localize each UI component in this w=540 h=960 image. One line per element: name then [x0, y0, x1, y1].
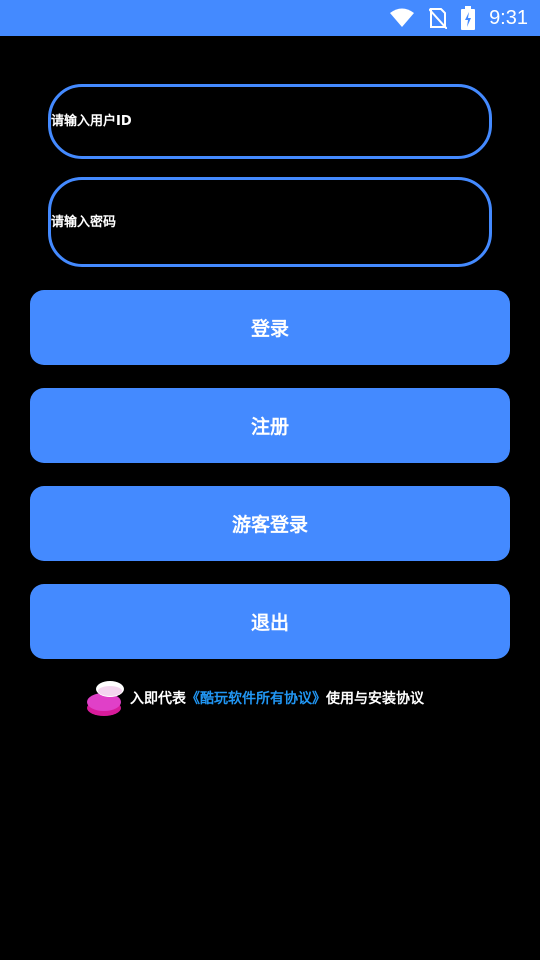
user-id-field-container[interactable] — [48, 84, 492, 159]
login-button[interactable]: 登录 — [30, 290, 510, 365]
status-time: 9:31 — [489, 6, 528, 29]
agreement-suffix: 使用与安装协议 — [326, 691, 424, 707]
wifi-icon — [389, 8, 415, 28]
agreement-link[interactable]: 《酷玩软件所有协议》 — [186, 688, 326, 708]
register-button[interactable]: 注册 — [30, 388, 510, 463]
agreement-prefix: 入即代表 — [130, 691, 186, 707]
no-sim-icon — [429, 7, 448, 29]
password-input[interactable] — [51, 180, 489, 264]
agreement-checkbox-icon[interactable] — [86, 678, 128, 718]
agreement-row: 入即代表 《酷玩软件所有协议》 使用与安装协议 — [86, 678, 424, 718]
exit-button[interactable]: 退出 — [30, 584, 510, 659]
battery-charging-icon — [461, 6, 476, 30]
password-field-container[interactable] — [48, 177, 492, 267]
user-id-input[interactable] — [51, 87, 489, 156]
guest-login-button[interactable]: 游客登录 — [30, 486, 510, 561]
status-bar: 9:31 — [0, 0, 540, 36]
